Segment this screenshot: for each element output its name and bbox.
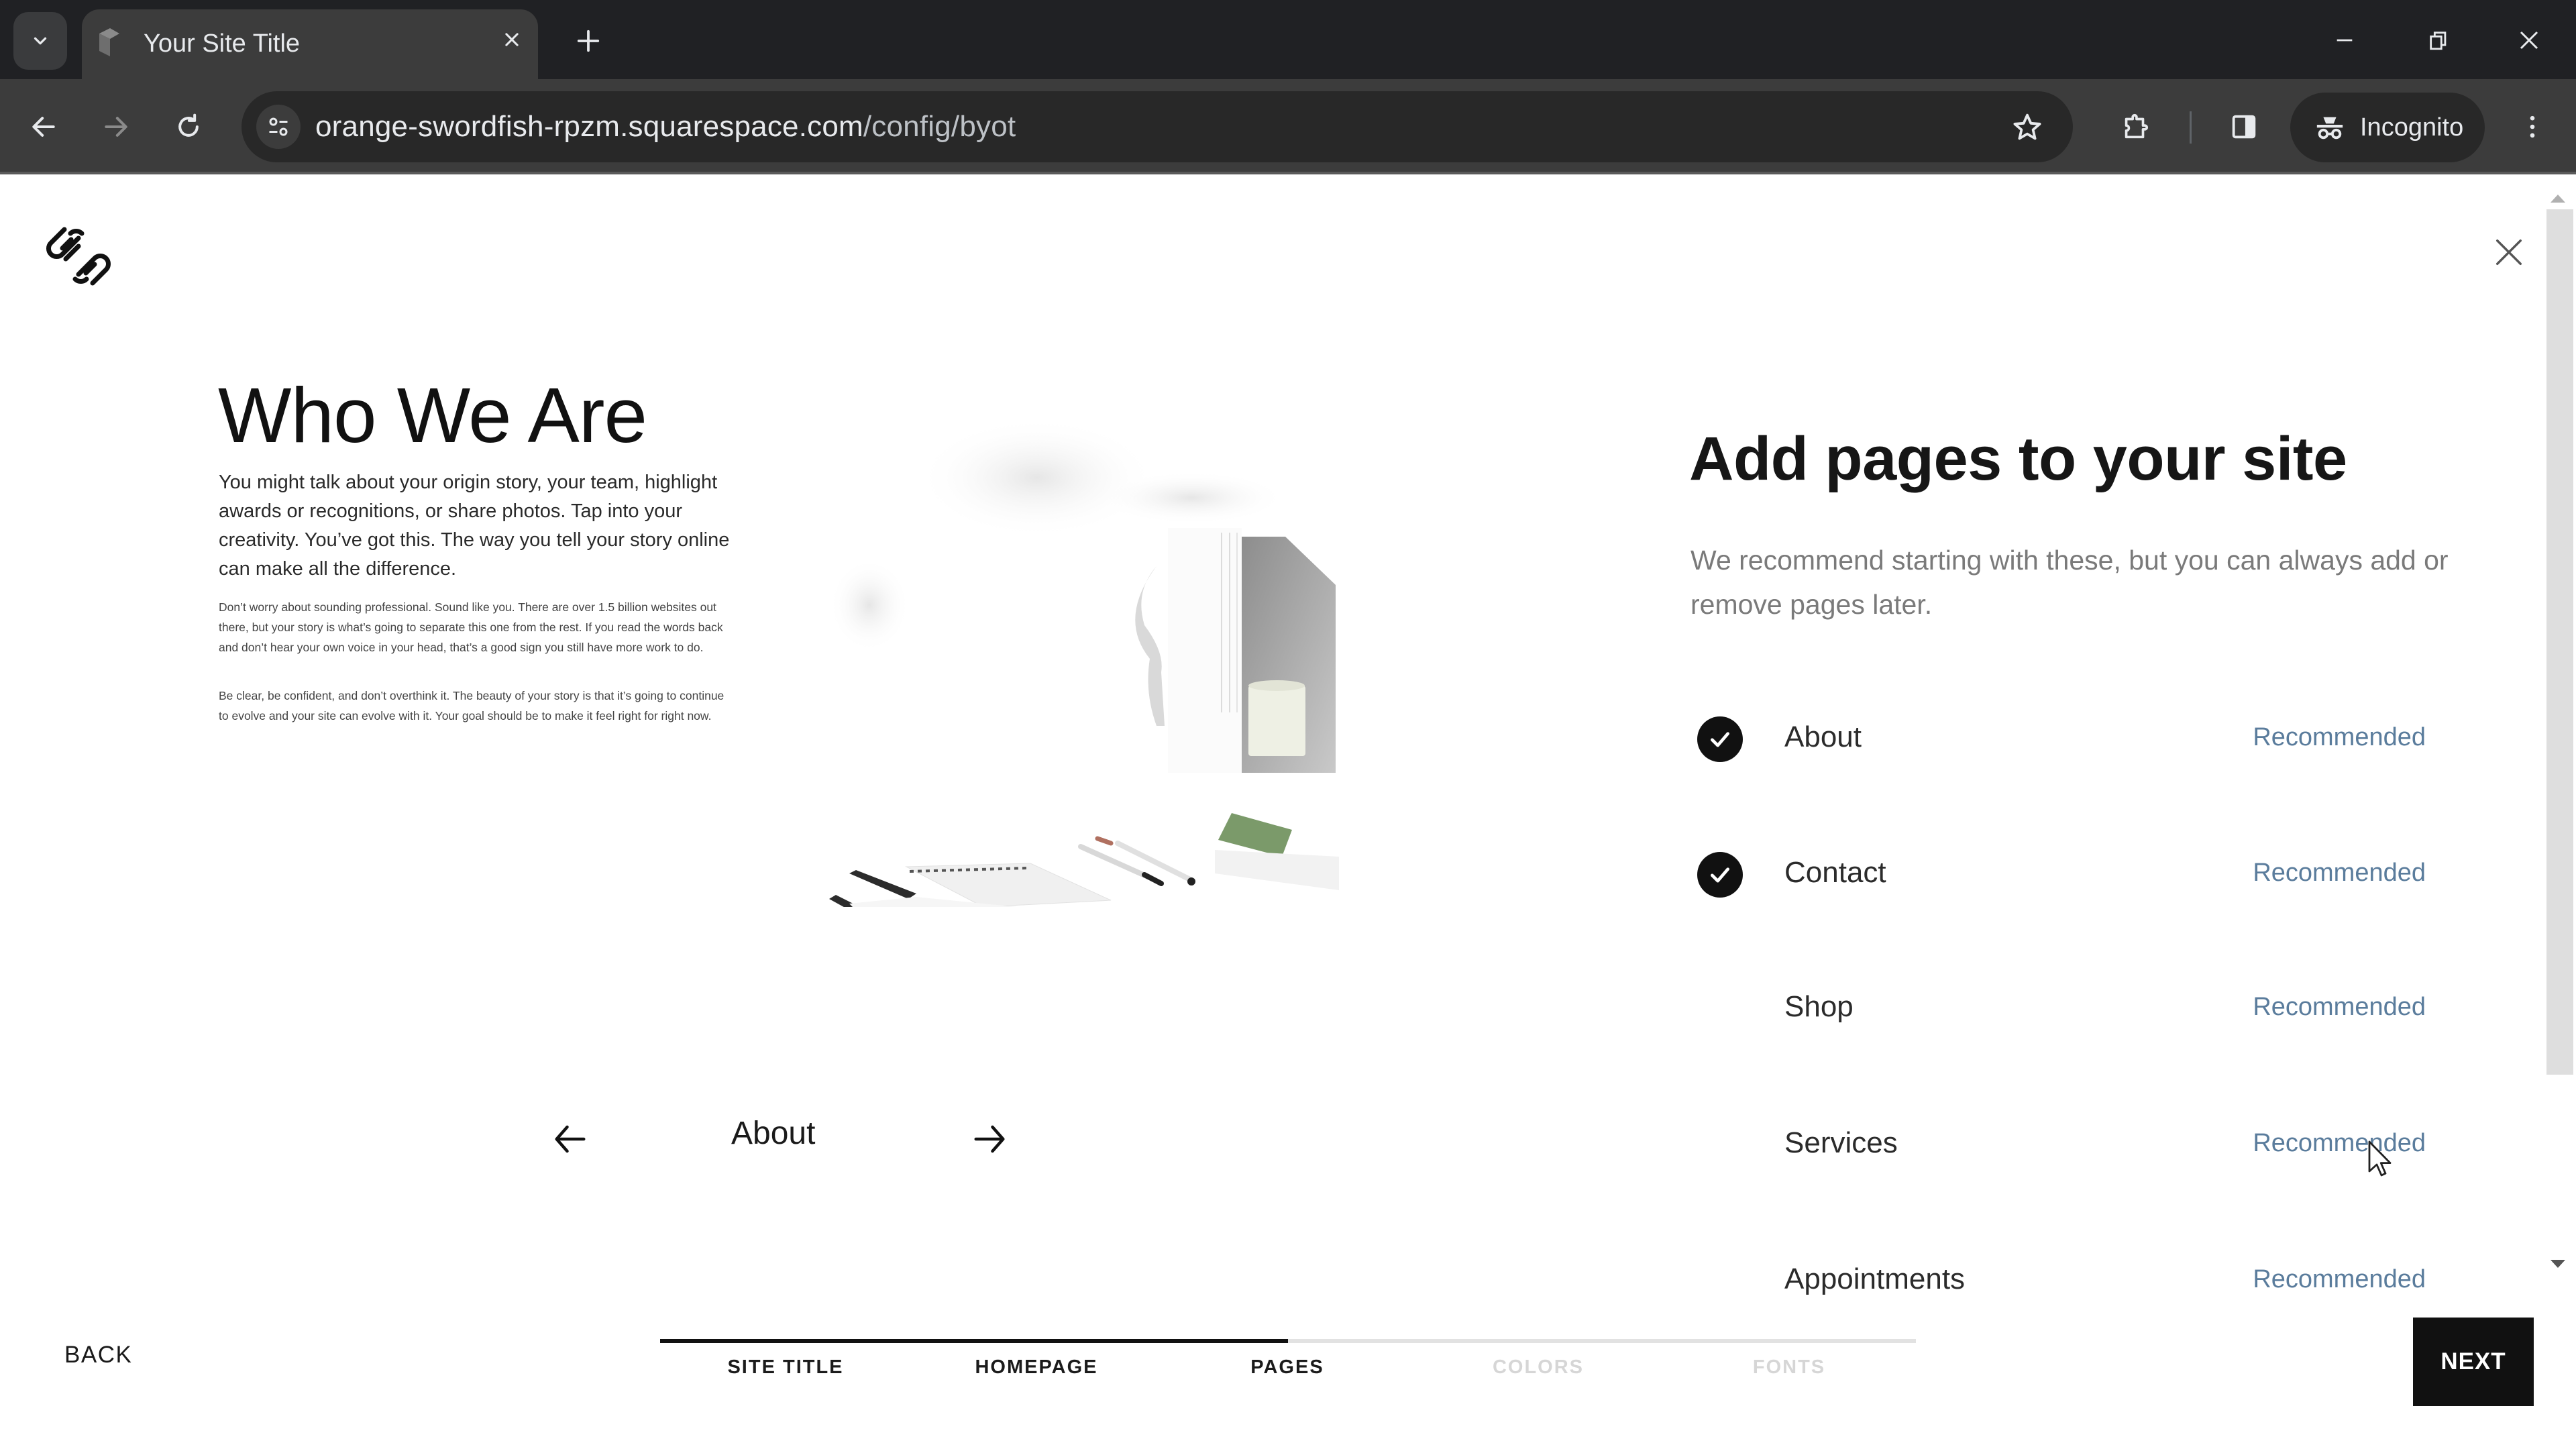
site-info-button[interactable] xyxy=(256,105,301,149)
page-option-label: Services xyxy=(1784,1126,1898,1159)
arrow-right-icon xyxy=(105,117,127,137)
close-wizard-button[interactable] xyxy=(2487,231,2530,274)
address-bar[interactable]: orange-swordfish-rpzm.squarespace.com/co… xyxy=(241,91,2073,162)
browser-toolbar: orange-swordfish-rpzm.squarespace.com/co… xyxy=(0,79,2576,174)
browser-tab-bar: Your Site Title xyxy=(0,0,2576,80)
page-option-label: Contact xyxy=(1784,856,1886,889)
wizard-progress-fill xyxy=(660,1339,1288,1343)
back-button[interactable]: BACK xyxy=(64,1342,132,1368)
forward-nav-button[interactable] xyxy=(93,103,140,150)
incognito-indicator[interactable]: Incognito xyxy=(2290,93,2485,162)
tab-title: Your Site Title xyxy=(144,30,301,58)
arrow-left-icon xyxy=(555,1125,586,1153)
mouse-cursor-icon xyxy=(2368,1140,2392,1177)
desk-still-life-image xyxy=(829,417,1339,907)
puzzle-icon xyxy=(2125,114,2148,139)
minimize-icon xyxy=(2337,39,2353,42)
preview-title: Who We Are xyxy=(218,372,647,459)
star-icon xyxy=(2013,113,2041,140)
page-option-row[interactable]: About Recommended xyxy=(1690,699,2428,780)
kebab-menu-icon xyxy=(2530,115,2535,138)
page-option-row[interactable]: Contact Recommended xyxy=(1690,835,2428,915)
close-icon xyxy=(505,33,519,46)
scrollbar-thumb[interactable] xyxy=(2546,209,2573,1075)
panel-scrollbar[interactable] xyxy=(2544,189,2575,1276)
recommended-badge: Recommended xyxy=(2253,1265,2426,1293)
wizard-steps: SITE TITLE HOMEPAGE PAGES COLORS FONTS xyxy=(660,1356,1916,1397)
url-path: /config/byot xyxy=(863,110,1016,143)
preview-carousel-nav: About xyxy=(537,1108,1046,1169)
step-fonts: FONTS xyxy=(1752,1356,1826,1378)
preview-small-paragraph: Be clear, be confident, and don’t overth… xyxy=(219,689,724,722)
preview-body-text: You might talk about your origin story, … xyxy=(219,472,730,580)
step-colors: COLORS xyxy=(1492,1356,1585,1378)
page-option-row[interactable]: Services Recommended xyxy=(1690,1105,2428,1185)
toolbar-separator xyxy=(2190,111,2192,144)
site-favicon-icon xyxy=(99,28,119,56)
page-option-row[interactable]: Appointments Recommended xyxy=(1690,1241,2428,1322)
incognito-icon xyxy=(2316,117,2343,140)
recommended-badge: Recommended xyxy=(2253,993,2426,1021)
carousel-current-page-label: About xyxy=(731,1116,816,1151)
browser-menu-button[interactable] xyxy=(2509,103,2556,150)
plus-icon xyxy=(577,30,600,52)
url-host: orange-swordfish-rpzm.squarespace.com xyxy=(315,110,863,143)
restore-icon xyxy=(2430,32,2447,50)
previous-page-button[interactable] xyxy=(550,1119,590,1159)
recommended-badge: Recommended xyxy=(2253,1129,2426,1157)
browser-tab[interactable]: Your Site Title xyxy=(82,9,538,80)
recommended-badge: Recommended xyxy=(2253,859,2426,887)
close-icon xyxy=(2520,31,2538,50)
checkmark-circle-icon[interactable] xyxy=(1697,852,1743,898)
chevron-down-icon xyxy=(34,37,47,45)
page-setup-wizard: Who We Are You might talk about your ori… xyxy=(0,176,2576,1449)
tune-icon xyxy=(269,117,288,136)
side-panel-icon xyxy=(2232,115,2256,139)
reload-icon xyxy=(178,113,199,137)
scroll-up-arrow-icon[interactable] xyxy=(2551,195,2565,203)
page-option-label: Appointments xyxy=(1784,1263,1966,1295)
next-page-button[interactable] xyxy=(969,1119,1010,1159)
url-text[interactable]: orange-swordfish-rpzm.squarespace.com/co… xyxy=(315,110,1016,144)
recommended-badge: Recommended xyxy=(2253,723,2426,751)
page-options-list: About Recommended Contact Recommended Sh… xyxy=(1690,699,2428,1343)
scroll-down-arrow-icon[interactable] xyxy=(2551,1260,2565,1268)
step-homepage[interactable]: HOMEPAGE xyxy=(911,1356,1162,1379)
incognito-label: Incognito xyxy=(2360,113,2464,142)
new-tab-button[interactable] xyxy=(570,23,606,59)
checkmark-circle-icon[interactable] xyxy=(1697,716,1743,762)
minimize-button[interactable] xyxy=(2314,15,2375,66)
tab-close-button[interactable] xyxy=(496,24,527,55)
wizard-progress-bar xyxy=(660,1339,1916,1343)
preview-small-paragraph: Don’t worry about sounding professional.… xyxy=(219,600,723,654)
next-button[interactable]: NEXT xyxy=(2413,1318,2534,1406)
extensions-button[interactable] xyxy=(2112,103,2159,150)
bookmark-button[interactable] xyxy=(2008,109,2046,146)
page-option-label: About xyxy=(1784,720,1862,753)
panel-subtitle: We recommend starting with these, but yo… xyxy=(1690,545,2449,620)
squarespace-logo-icon[interactable] xyxy=(42,223,115,290)
page-option-row[interactable]: Shop Recommended xyxy=(1690,969,2428,1049)
tab-search-button[interactable] xyxy=(13,12,67,70)
close-icon xyxy=(2496,239,2522,265)
page-option-label: Shop xyxy=(1784,990,1854,1023)
step-pages[interactable]: PAGES xyxy=(1162,1356,1413,1379)
restore-button[interactable] xyxy=(2408,15,2469,66)
side-panel-button[interactable] xyxy=(2220,103,2267,150)
back-nav-button[interactable] xyxy=(20,103,67,150)
reload-button[interactable] xyxy=(165,103,212,150)
step-site-title[interactable]: SITE TITLE xyxy=(660,1356,911,1379)
window-close-button[interactable] xyxy=(2499,15,2559,66)
panel-title: Add pages to your site xyxy=(1689,425,2347,493)
arrow-left-icon xyxy=(32,117,55,137)
arrow-right-icon xyxy=(974,1125,1005,1153)
